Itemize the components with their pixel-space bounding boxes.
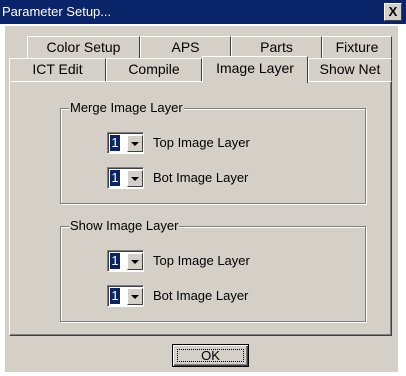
chevron-down-icon[interactable] [127, 170, 143, 187]
ok-button[interactable]: OK [172, 344, 249, 367]
merge-bot-layer-value: 1 [110, 170, 120, 186]
merge-top-layer-value: 1 [110, 135, 120, 151]
merge-top-layer-select[interactable]: 1 [107, 132, 144, 154]
parameter-setup-dialog: Parameter Setup... X Color Setup APS Par… [0, 0, 406, 376]
tab-color-setup[interactable]: Color Setup [27, 36, 140, 59]
title-bar[interactable]: Parameter Setup... X [0, 0, 406, 24]
dialog-body: Color Setup APS Parts Fixture ICT Edit C… [5, 26, 398, 372]
show-bot-layer-value: 1 [110, 288, 120, 304]
show-top-layer-select[interactable]: 1 [107, 250, 144, 272]
chevron-down-icon[interactable] [127, 288, 143, 305]
tab-fixture[interactable]: Fixture [322, 36, 392, 59]
show-bot-layer-select[interactable]: 1 [107, 285, 144, 307]
merge-bot-layer-label: Bot Image Layer [153, 170, 249, 185]
merge-bot-layer-select[interactable]: 1 [107, 167, 144, 189]
merge-image-layer-group: Merge Image Layer 1 Top Image Layer 1 Bo… [60, 100, 366, 204]
merge-group-title: Merge Image Layer [69, 100, 184, 116]
show-bot-layer-label: Bot Image Layer [153, 288, 249, 303]
image-layer-panel: Merge Image Layer 1 Top Image Layer 1 Bo… [9, 81, 392, 336]
close-button[interactable]: X [384, 3, 402, 21]
tab-show-net[interactable]: Show Net [308, 58, 392, 81]
tab-ict-edit[interactable]: ICT Edit [9, 58, 106, 81]
chevron-down-icon[interactable] [127, 135, 143, 152]
show-group-title: Show Image Layer [69, 218, 180, 234]
show-top-layer-value: 1 [110, 253, 120, 269]
tab-image-layer[interactable]: Image Layer [202, 56, 308, 83]
tab-compile[interactable]: Compile [106, 58, 202, 81]
show-top-layer-label: Top Image Layer [153, 253, 250, 268]
merge-top-layer-label: Top Image Layer [153, 135, 250, 150]
focus-rectangle [177, 349, 244, 362]
show-image-layer-group: Show Image Layer 1 Top Image Layer 1 Bot… [60, 218, 366, 322]
window-title: Parameter Setup... [2, 4, 112, 19]
chevron-down-icon[interactable] [127, 253, 143, 270]
